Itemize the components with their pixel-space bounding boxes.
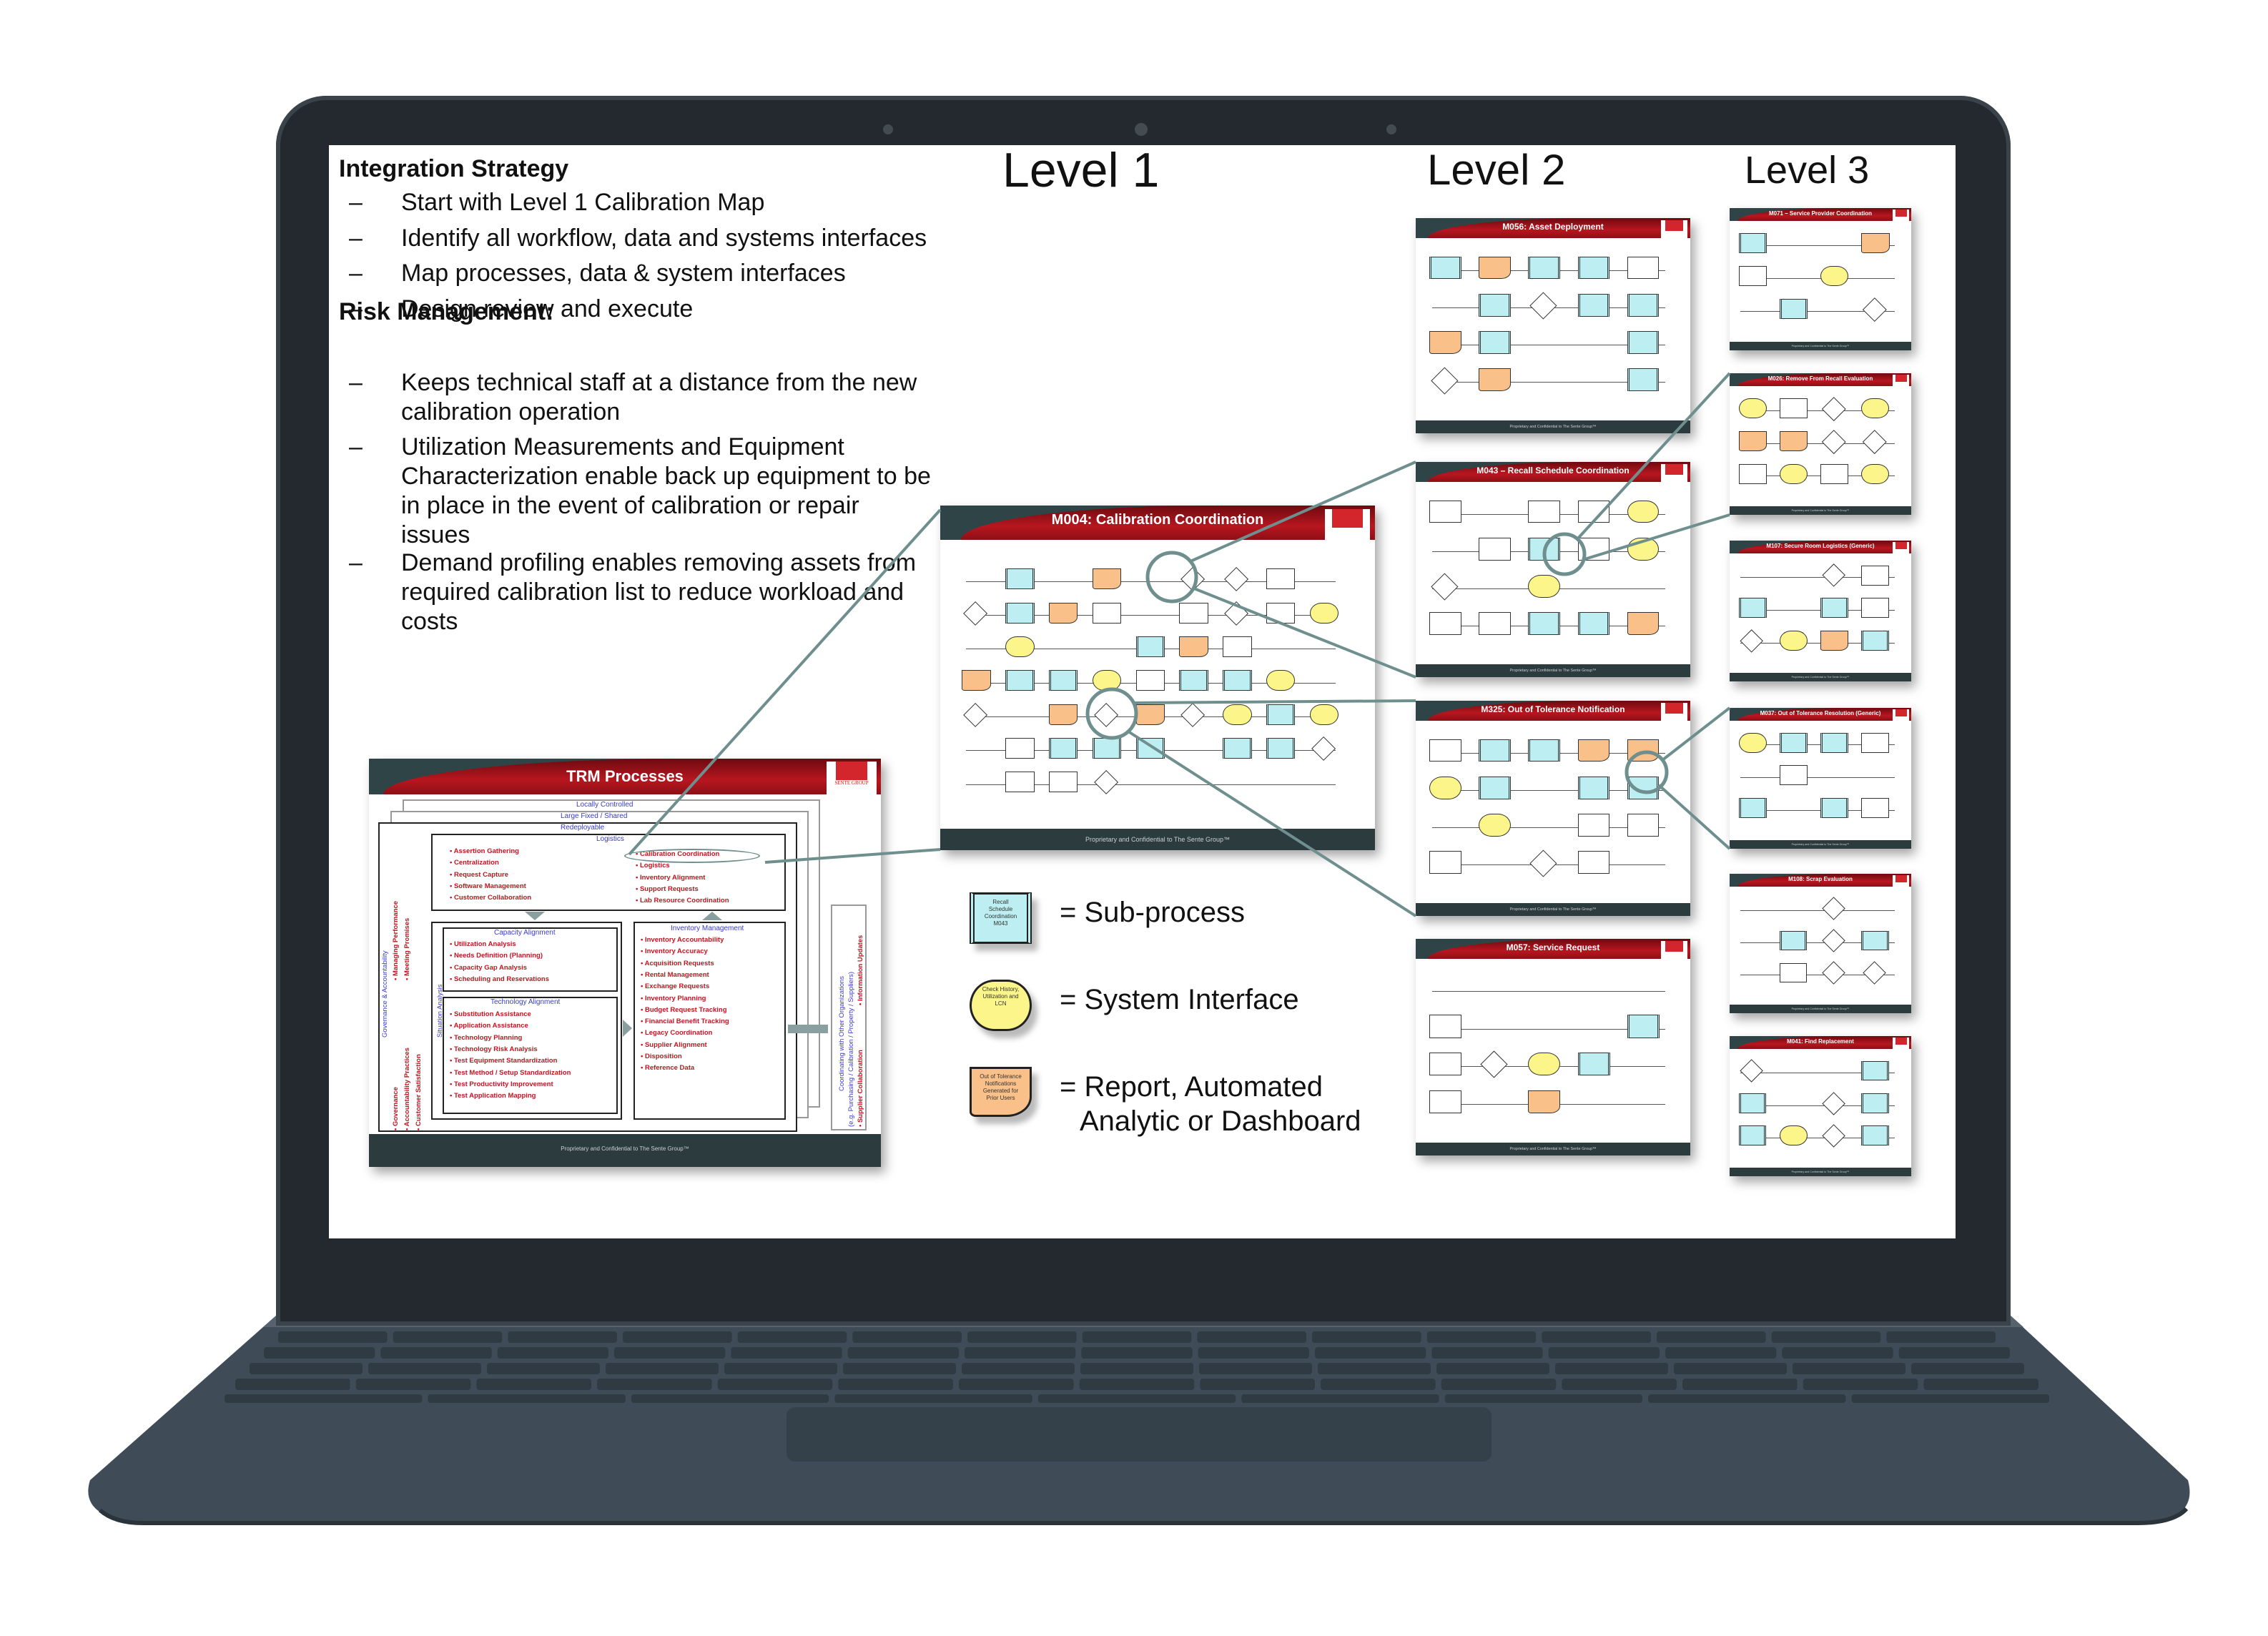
screen: Integration Strategy – Start with Level 1… [329, 145, 1956, 1238]
keyboard-key[interactable] [355, 1379, 471, 1390]
keyboard-key[interactable] [1321, 1379, 1436, 1390]
keyboard-key[interactable] [737, 1331, 847, 1343]
keyboard-key[interactable] [1241, 1394, 1439, 1403]
keyboard-key[interactable] [717, 1379, 833, 1390]
keyboard-key[interactable] [487, 1363, 600, 1374]
keyboard-key[interactable] [1318, 1363, 1431, 1374]
keyboard-key[interactable] [1431, 1347, 1543, 1359]
keyboard-key[interactable] [428, 1394, 626, 1403]
connector-lines [628, 372, 1731, 917]
highlight-circle [1542, 532, 1587, 576]
keyboard-key[interactable] [1682, 1379, 1798, 1390]
keyboard-key[interactable] [1426, 1331, 1537, 1343]
keyboard-key[interactable] [965, 1347, 1076, 1359]
highlight-circle [1145, 551, 1198, 603]
keyboard-key[interactable] [1441, 1379, 1557, 1390]
keyboard-key[interactable] [623, 1331, 732, 1343]
keyboard-key[interactable] [631, 1394, 829, 1403]
connector-line [628, 508, 942, 856]
keyboard-key[interactable] [1444, 1394, 1643, 1403]
keyboard-key[interactable] [614, 1347, 726, 1359]
keyboard-key[interactable] [962, 1363, 1075, 1374]
keyboard-key[interactable] [597, 1379, 712, 1390]
keyboard-key[interactable] [1548, 1347, 1660, 1359]
connector-line [1661, 706, 1731, 762]
connector-line [764, 848, 941, 864]
keyboard-key[interactable] [393, 1331, 503, 1343]
connector-line [1575, 372, 1731, 541]
keyboard-key[interactable] [1648, 1394, 1846, 1403]
keyboard-key[interactable] [847, 1347, 959, 1359]
keyboard-key[interactable] [852, 1331, 962, 1343]
keyboard-key[interactable] [834, 1394, 1032, 1403]
keyboard-key[interactable] [508, 1331, 617, 1343]
keyboard-key[interactable] [1079, 1379, 1195, 1390]
connector-line [1657, 784, 1731, 850]
keyboard-key[interactable] [843, 1363, 956, 1374]
camera-icon [1135, 123, 1148, 136]
keyboard-key[interactable] [250, 1363, 363, 1374]
keyboard-key[interactable] [1771, 1331, 1881, 1343]
keyboard-key[interactable] [1793, 1363, 1905, 1374]
keyboard-key[interactable] [959, 1379, 1074, 1390]
connector-line [1133, 699, 1416, 704]
connector-line [1127, 730, 1417, 917]
keyboard-key[interactable] [278, 1331, 388, 1343]
connector-line [1193, 587, 1416, 679]
keyboard-key[interactable] [1200, 1379, 1315, 1390]
keyboard-key[interactable] [1081, 1347, 1193, 1359]
keyboard-key[interactable] [235, 1379, 350, 1390]
keyboard-key[interactable] [497, 1347, 608, 1359]
keyboard-key[interactable] [1197, 1331, 1306, 1343]
keyboard-key[interactable] [1315, 1347, 1426, 1359]
keyboard-key[interactable] [380, 1347, 492, 1359]
keyboard-key[interactable] [1037, 1394, 1236, 1403]
keyboard-key[interactable] [1555, 1363, 1668, 1374]
keyboard-key[interactable] [731, 1347, 842, 1359]
keyboard-key[interactable] [1782, 1347, 1893, 1359]
keyboard-key[interactable] [368, 1363, 481, 1374]
sensor-icon [1386, 124, 1396, 134]
keyboard-key[interactable] [1312, 1331, 1421, 1343]
keyboard-key[interactable] [1198, 1347, 1309, 1359]
keyboard-key[interactable] [1851, 1394, 2049, 1403]
keyboard-key[interactable] [225, 1394, 423, 1403]
keyboard-key[interactable] [1080, 1363, 1193, 1374]
keyboard-key[interactable] [1911, 1363, 2024, 1374]
keyboard-key[interactable] [1199, 1363, 1312, 1374]
sensor-icon [883, 124, 893, 134]
keyboard-key[interactable] [1665, 1347, 1777, 1359]
connector-line [1582, 513, 1730, 561]
keyboard-key[interactable] [1082, 1331, 1192, 1343]
keyboard-key[interactable] [264, 1347, 375, 1359]
keyboard-key[interactable] [1657, 1331, 1766, 1343]
keyboard-key[interactable] [1542, 1331, 1651, 1343]
keyboard-key[interactable] [1886, 1331, 1996, 1343]
keyboard-key[interactable] [1674, 1363, 1787, 1374]
keyboard-key[interactable] [606, 1363, 719, 1374]
keyboard-key[interactable] [1923, 1379, 2038, 1390]
keyboard-key[interactable] [1898, 1347, 2010, 1359]
keyboard-key[interactable] [1436, 1363, 1549, 1374]
keyboard-key[interactable] [724, 1363, 837, 1374]
keyboard-key[interactable] [1562, 1379, 1677, 1390]
keyboard-key[interactable] [838, 1379, 953, 1390]
connector-line [1190, 460, 1416, 563]
keyboard-key[interactable] [476, 1379, 591, 1390]
trackpad[interactable] [787, 1407, 1492, 1462]
keyboard-key[interactable] [967, 1331, 1077, 1343]
keyboard-key[interactable] [1803, 1379, 1918, 1390]
